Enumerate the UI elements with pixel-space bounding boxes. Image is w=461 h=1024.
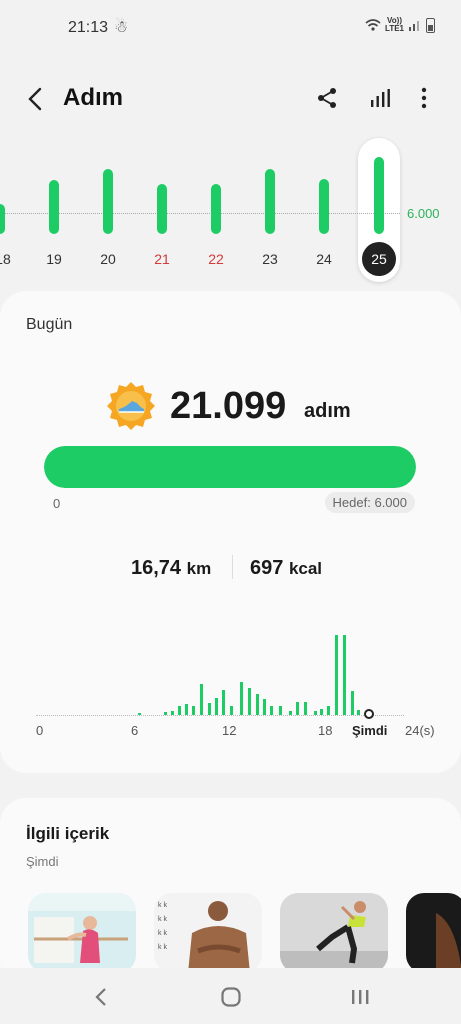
day-label-25-selected[interactable]: 25 <box>362 242 396 276</box>
day-bar-23[interactable] <box>265 169 275 234</box>
progress-start-label: 0 <box>53 496 61 511</box>
hour-bar <box>343 635 346 715</box>
hour-bar <box>240 682 243 715</box>
hour-bar <box>230 706 233 715</box>
today-label: Bugün <box>26 316 73 333</box>
day-bar-25[interactable] <box>374 157 384 234</box>
now-marker <box>364 709 374 719</box>
nav-recents-icon[interactable] <box>345 986 375 1008</box>
hour-bar <box>327 706 330 715</box>
hour-bar <box>263 699 266 715</box>
goal-line <box>0 213 400 214</box>
hour-bar <box>351 691 354 715</box>
hour-bar <box>222 690 225 715</box>
hour-tick-now-label: Şimdi <box>352 723 388 738</box>
hour-bar <box>296 702 299 715</box>
wifi-call-icon <box>365 19 381 31</box>
steps-progress-fill <box>44 446 416 488</box>
hourly-baseline <box>36 715 404 716</box>
weekly-steps-chart[interactable]: 6.000 18 19 20 21 22 23 24 25 <box>0 130 461 290</box>
hour-bar <box>215 698 218 715</box>
lte-indicator: Vo)) LTE1 <box>385 16 404 33</box>
related-content-card: İlgili içerik Şimdi k k k k k k k k <box>0 798 461 988</box>
day-bar-21[interactable] <box>157 184 167 234</box>
hour-bar <box>138 713 141 715</box>
fitness-image[interactable] <box>406 893 461 973</box>
day-label-23[interactable]: 23 <box>255 251 285 267</box>
goal-chip: Hedef: 6.000 <box>324 492 415 513</box>
system-nav-bar <box>0 968 461 1024</box>
accessibility-person-icon: ☃ <box>114 19 129 36</box>
nav-home-icon[interactable] <box>216 986 246 1008</box>
goal-label: 6.000 <box>407 206 440 221</box>
status-bar: 21:13 ☃ Vo)) LTE1 <box>0 0 461 56</box>
page-title: Adım <box>63 84 123 111</box>
svg-text:k k: k k <box>158 944 167 951</box>
related-subtitle: Şimdi <box>26 854 59 869</box>
back-arrow-icon[interactable] <box>22 84 50 114</box>
day-bar-24[interactable] <box>319 179 329 234</box>
day-bar-20[interactable] <box>103 169 113 234</box>
hour-bar <box>314 711 317 715</box>
stat-divider <box>232 555 233 579</box>
status-icons: Vo)) LTE1 <box>365 17 435 33</box>
day-bar-19[interactable] <box>49 180 59 234</box>
hour-bar <box>192 706 195 715</box>
related-title: İlgili içerik <box>26 824 110 843</box>
today-card: Bugün 21.099 adım 0 Hedef: 6.000 16,74 k… <box>0 291 461 773</box>
day-bar-18[interactable] <box>0 204 5 234</box>
day-label-18[interactable]: 18 <box>0 251 18 267</box>
status-time: 21:13 <box>68 19 109 36</box>
more-vert-icon[interactable] <box>410 84 438 112</box>
day-label-24[interactable]: 24 <box>309 251 339 267</box>
bodybuilder-image[interactable]: k k k k k k k k <box>154 893 262 973</box>
day-label-20[interactable]: 20 <box>93 251 123 267</box>
distance-value: 16,74 km <box>131 557 212 579</box>
day-label-22[interactable]: 22 <box>201 251 231 267</box>
hour-bar <box>256 694 259 715</box>
hour-tick-label: 6 <box>131 723 139 738</box>
hour-bar <box>208 703 211 715</box>
nav-back-icon[interactable] <box>86 986 116 1008</box>
hour-bar <box>357 710 360 715</box>
signal-icon <box>409 21 419 31</box>
hour-bar <box>304 702 307 715</box>
hour-bar <box>171 711 174 715</box>
day-bar-22[interactable] <box>211 184 221 234</box>
hourly-steps-chart: 0 6 12 18 Şimdi 24(s) <box>0 621 461 741</box>
steps-unit: adım <box>304 400 351 422</box>
svg-text:k k: k k <box>158 916 167 923</box>
steps-progress-bar <box>44 446 416 488</box>
bar-chart-icon[interactable] <box>366 84 394 112</box>
hour-bar <box>200 684 203 715</box>
hour-bar <box>248 688 251 715</box>
hour-bar <box>289 711 292 715</box>
svg-text:k k: k k <box>158 902 167 909</box>
hour-tick-label: 12 <box>222 723 237 738</box>
day-label-19[interactable]: 19 <box>39 251 69 267</box>
steps-count: 21.099 <box>170 385 287 427</box>
app-header: Adım <box>0 72 461 126</box>
hour-bar <box>320 709 323 715</box>
svg-text:k k: k k <box>158 930 167 937</box>
lunge-exercise-image[interactable] <box>280 893 388 973</box>
shoe-medal-icon <box>107 382 155 430</box>
hour-bar <box>178 706 181 715</box>
hour-bar <box>270 706 273 715</box>
hour-bar <box>164 712 167 715</box>
share-icon[interactable] <box>313 84 341 112</box>
calories-value: 697 kcal <box>250 557 323 579</box>
hour-tick-label: 24(s) <box>405 723 435 738</box>
hour-tick-label: 18 <box>318 723 333 738</box>
hour-bar <box>279 706 282 715</box>
battery-icon <box>426 17 435 33</box>
hour-bar <box>335 635 338 715</box>
yoga-stretch-image[interactable] <box>28 893 136 973</box>
hour-tick-label: 0 <box>36 723 44 738</box>
day-label-21[interactable]: 21 <box>147 251 177 267</box>
hour-bar <box>185 704 188 715</box>
